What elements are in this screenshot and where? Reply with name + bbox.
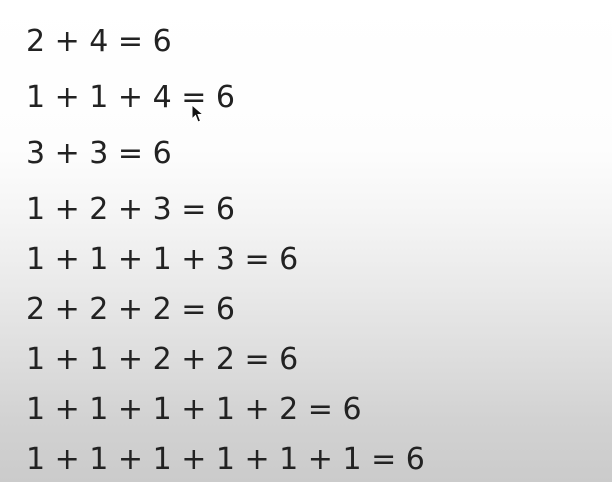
- equation-line-7: 1 + 1 + 2 + 2 = 6: [26, 342, 299, 377]
- equation-line-9: 1 + 1 + 1 + 1 + 1 + 1 = 6: [26, 442, 425, 477]
- equation-line-5: 1 + 1 + 1 + 3 = 6: [26, 242, 299, 277]
- equation-line-4: 1 + 2 + 3 = 6: [26, 192, 235, 227]
- equation-line-2: 1 + 1 + 4 = 6: [26, 80, 235, 115]
- mouse-pointer-icon: [191, 104, 205, 123]
- equation-line-1: 2 + 4 = 6: [26, 24, 172, 59]
- equation-line-8: 1 + 1 + 1 + 1 + 2 = 6: [26, 392, 362, 427]
- equation-line-6: 2 + 2 + 2 = 6: [26, 292, 235, 327]
- equation-line-3: 3 + 3 = 6: [26, 136, 172, 171]
- equation-list: 2 + 4 = 6 1 + 1 + 4 = 6 3 + 3 = 6 1 + 2 …: [26, 20, 586, 488]
